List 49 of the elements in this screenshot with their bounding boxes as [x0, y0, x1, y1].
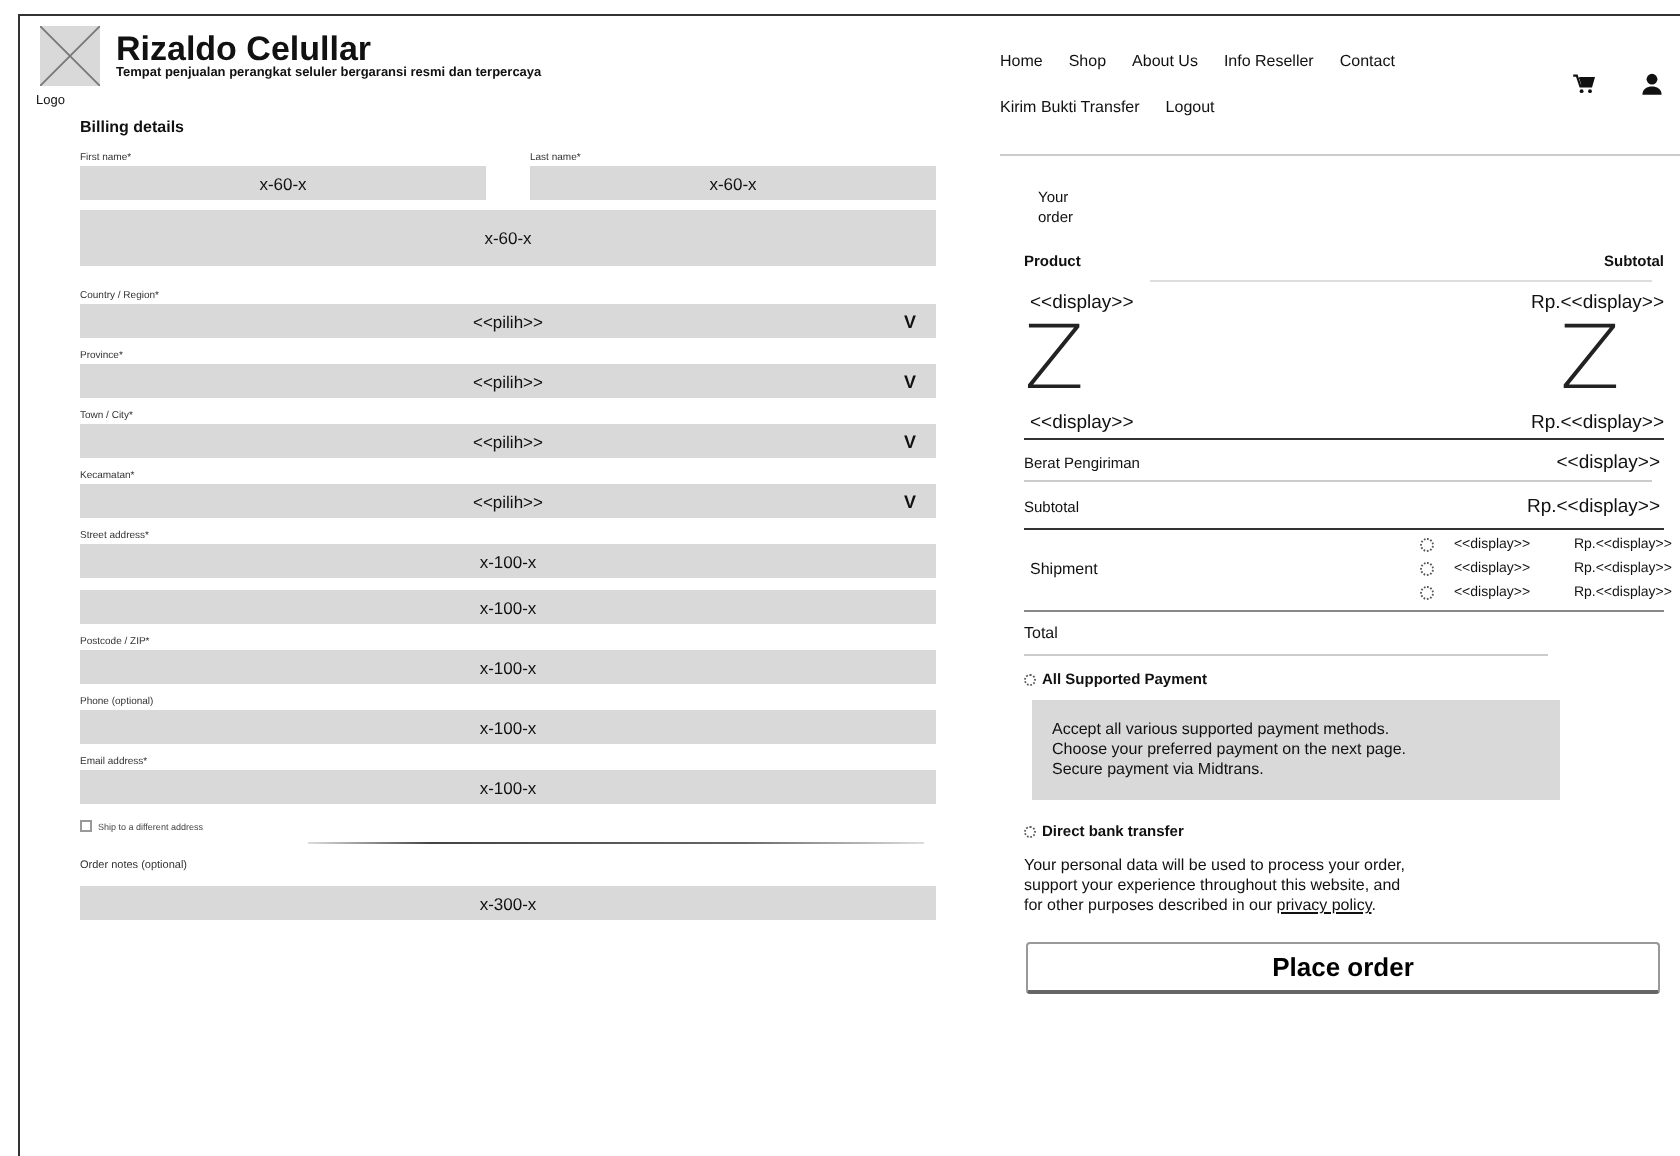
row-value: Rp.<<display>>: [1526, 496, 1660, 518]
privacy-link[interactable]: privacy policy: [1276, 896, 1372, 914]
product-subtotal: Rp.<<display>>: [1530, 292, 1664, 314]
user-icon[interactable]: [1640, 72, 1664, 96]
radio-button[interactable]: [1419, 538, 1434, 552]
radio-button[interactable]: [1024, 825, 1036, 837]
select-field[interactable]: <<pilih>> V: [80, 424, 936, 458]
product-name: <<display>>: [1030, 412, 1134, 434]
nav-link[interactable]: Kirim Bukti Transfer: [1000, 98, 1140, 116]
row-label: Shipment: [1030, 560, 1098, 578]
caret-icon: V: [903, 431, 916, 451]
select-field[interactable]: <<pilih>> V: [80, 304, 936, 338]
nav-link[interactable]: About Us: [1132, 52, 1198, 70]
select-field[interactable]: <<pilih>> V: [80, 364, 936, 398]
product-subtotal: Rp.<<display>>: [1530, 412, 1664, 434]
product-name: <<display>>: [1030, 292, 1134, 314]
caret-icon: V: [903, 371, 916, 391]
input-field[interactable]: x-100-x: [80, 650, 936, 684]
caret-icon: V: [903, 311, 916, 331]
row-value: <<display>>: [1556, 452, 1660, 474]
input-field[interactable]: x-60-x: [80, 166, 486, 200]
input-field[interactable]: x-60-x: [80, 210, 936, 266]
privacy-notice: Your personal data will be used to process your order, support your experience throughout this website, and for other purposes described in our privacy policy.: [1024, 856, 1407, 916]
radio-button[interactable]: [1419, 586, 1434, 600]
nav-link[interactable]: Home: [1000, 52, 1043, 70]
site-title: Rizaldo Celullar: [116, 32, 372, 66]
caret-icon: V: [903, 491, 916, 511]
input-field[interactable]: x-100-x: [80, 544, 936, 578]
placeholder-glyph: Z: [1559, 318, 1620, 402]
row-label: Total: [1024, 624, 1058, 642]
placeholder-glyph: Z: [1024, 318, 1085, 402]
input-field[interactable]: x-300-x: [80, 886, 936, 920]
nav-link[interactable]: Shop: [1068, 52, 1107, 70]
input-field[interactable]: x-60-x: [530, 166, 936, 200]
radio-button[interactable]: [1419, 562, 1434, 576]
logo-placeholder: [40, 26, 100, 86]
select-field[interactable]: <<pilih>> V: [80, 484, 936, 518]
input-field[interactable]: x-100-x: [80, 770, 936, 804]
checkbox[interactable]: [80, 820, 92, 832]
nav-link[interactable]: Logout: [1165, 98, 1215, 116]
nav-link[interactable]: Contact: [1339, 52, 1395, 70]
radio-button[interactable]: [1024, 673, 1036, 685]
input-field[interactable]: x-100-x: [80, 710, 936, 744]
nav-link[interactable]: Info Reseller: [1223, 52, 1314, 70]
cart-icon[interactable]: [1572, 72, 1596, 96]
input-field[interactable]: x-100-x: [80, 590, 936, 624]
payment-description: Accept all various supported payment methods. Choose your preferred payment on the next page. Secure payment via Midtrans.: [1032, 700, 1560, 800]
place-order-button[interactable]: Place order: [1026, 942, 1660, 994]
section-title: Billing details: [80, 118, 187, 136]
